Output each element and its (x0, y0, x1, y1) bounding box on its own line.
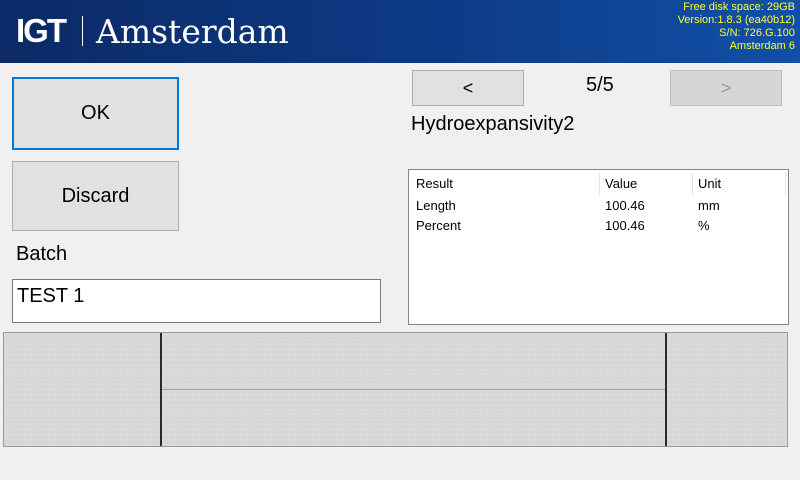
sample-left-edge (160, 333, 162, 446)
table-header-row: Result Value Unit (411, 172, 786, 196)
sample-right-edge (665, 333, 667, 446)
next-result-button[interactable]: > (670, 70, 782, 106)
igt-logo: IGT (16, 12, 67, 49)
result-cell: Length (416, 198, 456, 213)
column-header-unit[interactable]: Unit (693, 172, 786, 196)
table-row[interactable]: Length 100.46 mm (411, 196, 786, 216)
ok-button[interactable]: OK (12, 77, 179, 150)
app-title: Amsterdam (96, 12, 289, 51)
disk-space-text: Free disk space: 29GB (683, 1, 795, 13)
result-counter: 5/5 (586, 74, 614, 96)
result-cell: Percent (416, 218, 461, 233)
batch-input[interactable]: TEST 1 (12, 279, 381, 323)
logo-divider (82, 16, 83, 46)
unit-cell: % (698, 218, 710, 233)
results-table: Result Value Unit Length 100.46 mm Perce… (408, 169, 789, 325)
serial-number-text: S/N: 726.G.100 (719, 27, 795, 39)
device-name-text: Amsterdam 6 (729, 40, 795, 52)
sample-scan-image (3, 332, 788, 447)
discard-button[interactable]: Discard (12, 161, 179, 231)
system-info: Free disk space: 29GB Version:1.8.3 (ea4… (678, 1, 795, 53)
version-text: Version:1.8.3 (ea40b12) (677, 14, 795, 26)
test-name: Hydroexpansivity2 (411, 113, 575, 135)
value-cell: 100.46 (605, 198, 645, 213)
measurement-line (162, 389, 665, 390)
column-header-value[interactable]: Value (600, 172, 693, 196)
column-header-result[interactable]: Result (411, 172, 600, 196)
value-cell: 100.46 (605, 218, 645, 233)
table-row[interactable]: Percent 100.46 % (411, 216, 786, 236)
previous-result-button[interactable]: < (412, 70, 524, 106)
unit-cell: mm (698, 198, 720, 213)
title-bar: IGT Amsterdam Free disk space: 29GB Vers… (0, 0, 800, 63)
batch-label: Batch (16, 243, 68, 265)
